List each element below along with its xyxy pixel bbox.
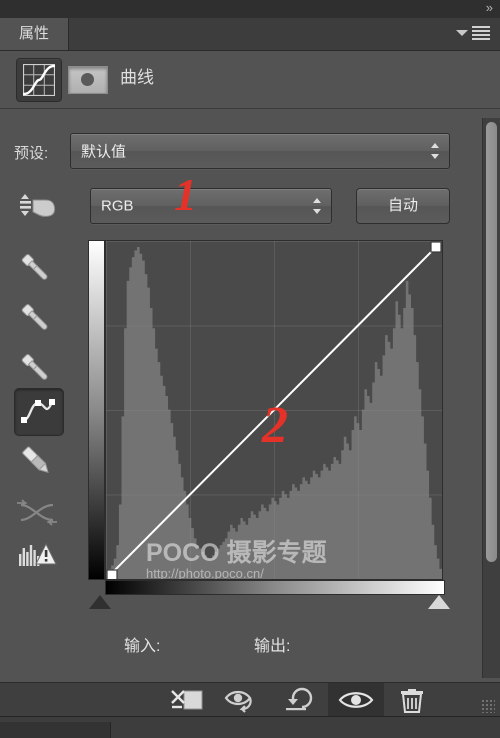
toggle-visibility-button[interactable] <box>328 683 384 717</box>
next-panel-tab-bar <box>0 716 500 738</box>
preset-select[interactable]: 默认值 <box>70 133 450 169</box>
white-point-slider[interactable] <box>428 595 450 609</box>
collapse-panel-icon[interactable]: » <box>486 0 493 16</box>
clipping-warning-icon[interactable] <box>14 532 62 578</box>
curve-point-tool[interactable] <box>14 388 64 436</box>
auto-button[interactable]: 自动 <box>356 188 450 224</box>
stepper-arrows-icon <box>431 143 440 159</box>
panel-menu-icon[interactable] <box>456 26 490 42</box>
input-label: 输入: <box>124 638 161 655</box>
resize-grip[interactable] <box>481 699 495 713</box>
input-gradient-ramp <box>105 580 445 595</box>
preview-eye-button[interactable] <box>216 683 272 717</box>
panel-tab-bar: 属性 <box>0 18 500 51</box>
stepper-arrows-icon <box>313 198 322 214</box>
divider <box>0 108 500 109</box>
gray-point-eyedropper[interactable] <box>14 298 62 344</box>
channel-select[interactable]: RGB <box>90 188 332 224</box>
on-image-adjust-icon[interactable] <box>16 188 64 222</box>
smooth-curve-tool[interactable] <box>14 490 62 536</box>
next-panel-tab[interactable] <box>0 722 111 738</box>
curves-adjustment-icon[interactable] <box>16 58 62 102</box>
scrollbar-thumb[interactable] <box>486 122 497 562</box>
reset-button[interactable] <box>272 683 328 717</box>
output-label: 输出: <box>254 638 291 655</box>
page-title: 曲线 <box>120 68 154 87</box>
tab-properties[interactable]: 属性 <box>0 18 69 50</box>
adjustment-title-row: 曲线 <box>0 50 500 108</box>
mask-dot-icon <box>81 73 94 86</box>
pencil-tool[interactable] <box>14 440 62 486</box>
delete-button[interactable] <box>384 683 440 717</box>
hamburger-lines-icon <box>472 26 490 41</box>
panel-collapse-strip: » <box>0 0 500 19</box>
chevron-down-icon <box>456 30 468 36</box>
output-gradient-ramp <box>88 240 105 580</box>
preset-label: 预设: <box>14 145 49 162</box>
properties-panel: » 属性 曲线 预设: 默认值 RGB 自动 POCO 摄影专题 http://… <box>0 0 500 738</box>
channel-value: RGB <box>101 197 134 215</box>
black-point-slider[interactable] <box>89 595 111 609</box>
curve-handle-black <box>106 569 118 579</box>
vertical-scrollbar[interactable] <box>482 118 500 678</box>
preset-value: 默认值 <box>81 143 127 161</box>
curve-plot-area[interactable]: POCO 摄影专题 http://photo.poco.cn/ <box>105 240 443 580</box>
curve-line[interactable] <box>106 241 442 579</box>
curve-handle-white <box>430 241 442 253</box>
curves-graph[interactable]: POCO 摄影专题 http://photo.poco.cn/ <box>88 240 443 580</box>
black-point-eyedropper[interactable] <box>14 248 62 294</box>
panel-bottom-toolbar <box>0 682 500 717</box>
clip-to-layer-button[interactable] <box>160 683 216 717</box>
layer-mask-thumbnail[interactable] <box>68 66 108 94</box>
